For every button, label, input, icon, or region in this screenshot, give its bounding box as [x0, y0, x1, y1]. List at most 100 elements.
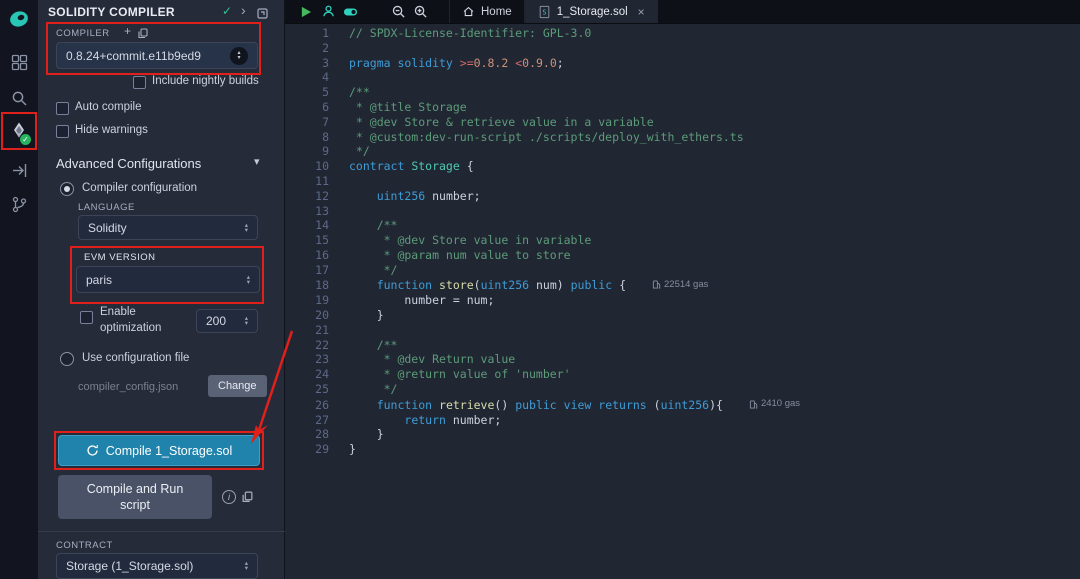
editor-area: Home S 1_Storage.sol × 1// SPDX-License-…	[285, 0, 1080, 579]
info-icon[interactable]: i	[222, 490, 236, 504]
code-text: /**	[349, 218, 397, 233]
zoom-out-icon[interactable]	[387, 0, 409, 23]
zoom-in-icon[interactable]	[409, 0, 431, 23]
code-line[interactable]: 8 * @custom:dev-run-script ./scripts/dep…	[285, 130, 1080, 145]
code-text: */	[349, 263, 397, 278]
compiler-configuration-radio[interactable]	[60, 182, 74, 196]
code-text: function retrieve() public view returns …	[349, 398, 723, 413]
language-select[interactable]: Solidity ▴▾	[78, 215, 258, 240]
line-number: 25	[285, 382, 329, 397]
code-line[interactable]: 29}	[285, 442, 1080, 457]
code-text: // SPDX-License-Identifier: GPL-3.0	[349, 26, 591, 41]
code-line[interactable]: 17 */	[285, 263, 1080, 278]
activity-bar: ✓	[0, 0, 38, 579]
file-explorer-icon[interactable]	[0, 46, 38, 78]
code-line[interactable]: 21	[285, 323, 1080, 338]
remix-logo-icon	[8, 8, 30, 30]
code-line[interactable]: 28 }	[285, 427, 1080, 442]
contract-value: Storage (1_Storage.sol)	[66, 559, 193, 573]
code-text: * @param num value to store	[349, 248, 571, 263]
code-line[interactable]: 6 * @title Storage	[285, 100, 1080, 115]
solidity-compiler-icon[interactable]	[0, 116, 38, 148]
compile-and-run-button[interactable]: Compile and Run script	[58, 475, 212, 519]
search-icon[interactable]	[0, 82, 38, 114]
code-line[interactable]: 12 uint256 number;	[285, 189, 1080, 204]
enable-optimization-checkbox[interactable]	[80, 311, 93, 324]
code-line[interactable]: 14 /**	[285, 218, 1080, 233]
tab-storage-file[interactable]: S 1_Storage.sol ×	[525, 0, 658, 23]
add-compiler-icon[interactable]: +	[124, 24, 131, 38]
solidity-file-icon: S	[538, 5, 551, 19]
advanced-configurations-title[interactable]: Advanced Configurations	[56, 156, 201, 171]
compiler-version-value: 0.8.24+commit.e11b9ed9	[66, 49, 201, 63]
remix-logo[interactable]	[0, 4, 38, 34]
code-line[interactable]: 25 */	[285, 382, 1080, 397]
code-line[interactable]: 18 function store(uint256 num) public {2…	[285, 278, 1080, 294]
line-number: 26	[285, 398, 329, 413]
contract-select[interactable]: Storage (1_Storage.sol) ▴▾	[56, 553, 258, 579]
code-line[interactable]: 9 */	[285, 144, 1080, 159]
code-line[interactable]: 27 return number;	[285, 413, 1080, 428]
code-line[interactable]: 11	[285, 174, 1080, 189]
home-icon	[462, 5, 475, 18]
code-line[interactable]: 5/**	[285, 85, 1080, 100]
tab-home-label: Home	[481, 6, 512, 18]
line-number: 3	[285, 56, 329, 71]
hide-warnings-checkbox[interactable]	[56, 125, 69, 138]
gas-estimate-badge: 22514 gas	[652, 278, 708, 293]
code-editor[interactable]: 1// SPDX-License-Identifier: GPL-3.023 pr…	[285, 24, 1080, 579]
code-line[interactable]: 24 * @return value of 'number'	[285, 367, 1080, 382]
line-number: 29	[285, 442, 329, 457]
compiler-section-label: COMPILER	[56, 28, 110, 39]
use-configuration-file-radio[interactable]	[60, 352, 74, 366]
code-text: */	[349, 144, 370, 159]
pin-panel-icon[interactable]	[257, 6, 268, 24]
code-line[interactable]: 10contract Storage {	[285, 159, 1080, 174]
code-line[interactable]: 2	[285, 41, 1080, 56]
compile-button-label: Compile 1_Storage.sol	[106, 444, 232, 458]
copy-script-icon[interactable]	[242, 490, 253, 508]
git-icon[interactable]	[0, 188, 38, 220]
advanced-chevron-icon[interactable]: ▾	[254, 155, 260, 168]
code-text: return number;	[349, 413, 501, 428]
run-script-play-icon[interactable]	[295, 0, 317, 23]
auto-compile-checkbox[interactable]	[56, 102, 69, 115]
version-stepper-icon[interactable]: ▴▾	[230, 47, 248, 65]
editor-tabbar: Home S 1_Storage.sol ×	[285, 0, 1080, 24]
compiler-version-select[interactable]: 0.8.24+commit.e11b9ed9 ▴▾	[56, 42, 258, 69]
deploy-run-icon[interactable]	[0, 154, 38, 186]
code-text: pragma solidity >=0.8.2 <0.9.0;	[349, 56, 564, 71]
tab-storage-label: 1_Storage.sol	[557, 6, 628, 18]
change-config-button[interactable]: Change	[208, 375, 267, 397]
code-line[interactable]: 23 * @dev Return value	[285, 352, 1080, 367]
code-line[interactable]: 4	[285, 70, 1080, 85]
optimization-runs-input[interactable]: 200 ▴▾	[196, 309, 258, 333]
evm-version-select[interactable]: paris ▴▾	[76, 266, 260, 293]
contract-section-label: CONTRACT	[56, 540, 113, 551]
code-line[interactable]: 13	[285, 204, 1080, 219]
code-line[interactable]: 19 number = num;	[285, 293, 1080, 308]
code-text: * @custom:dev-run-script ./scripts/deplo…	[349, 130, 744, 145]
code-line[interactable]: 22 /**	[285, 338, 1080, 353]
nightly-builds-label: Include nightly builds	[152, 75, 259, 87]
compile-button[interactable]: Compile 1_Storage.sol	[58, 435, 260, 466]
panel-chevron-icon[interactable]: ›	[241, 2, 246, 18]
code-line[interactable]: 16 * @param num value to store	[285, 248, 1080, 263]
tab-home[interactable]: Home	[449, 0, 525, 23]
code-line[interactable]: 3 pragma solidity >=0.8.2 <0.9.0;	[285, 56, 1080, 71]
line-number: 6	[285, 100, 329, 115]
code-text: * @dev Store & retrieve value in a varia…	[349, 115, 654, 130]
user-icon[interactable]	[317, 0, 339, 23]
runs-stepper-icon[interactable]: ▴▾	[245, 316, 248, 326]
line-number: 18	[285, 278, 329, 293]
code-line[interactable]: 1// SPDX-License-Identifier: GPL-3.0	[285, 26, 1080, 41]
code-line[interactable]: 26 function retrieve() public view retur…	[285, 397, 1080, 413]
nightly-builds-checkbox[interactable]	[133, 76, 146, 89]
code-line[interactable]: 20 }	[285, 308, 1080, 323]
toggle-icon[interactable]	[339, 0, 361, 23]
tab-close-icon[interactable]: ×	[638, 5, 645, 19]
code-line[interactable]: 15 * @dev Store value in variable	[285, 233, 1080, 248]
line-number: 2	[285, 41, 329, 56]
code-line[interactable]: 7 * @dev Store & retrieve value in a var…	[285, 115, 1080, 130]
line-number: 16	[285, 248, 329, 263]
